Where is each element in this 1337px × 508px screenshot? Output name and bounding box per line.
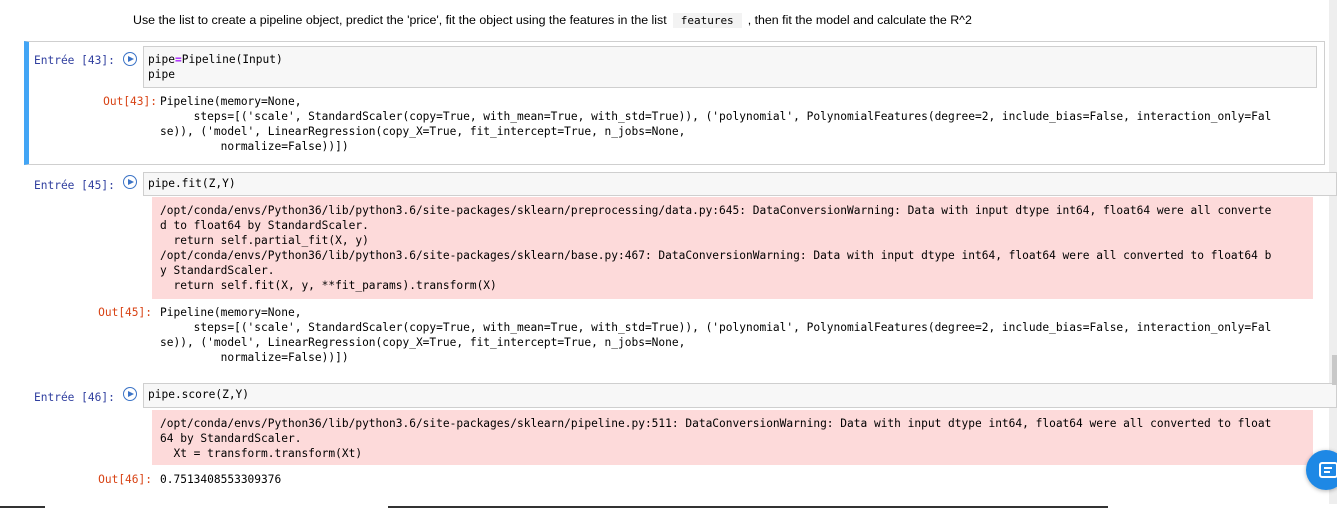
code-input-45[interactable]: pipe.fit(Z,Y) xyxy=(143,172,1337,196)
run-cell-icon[interactable] xyxy=(123,175,137,189)
chat-icon xyxy=(1319,462,1337,478)
out-prompt-46: Out[46]: xyxy=(98,473,152,486)
output-text-46: 0.7513408553309376 xyxy=(160,473,282,486)
run-cell-icon[interactable] xyxy=(123,387,137,401)
code-token: Pipeline(Input) xyxy=(181,53,283,66)
stderr-output-46: /opt/conda/envs/Python36/lib/python3.6/s… xyxy=(152,410,1313,465)
output-text-43: Pipeline(memory=None, steps=[('scale', S… xyxy=(160,95,1272,153)
run-cell-icon[interactable] xyxy=(123,52,137,66)
markdown-instruction: Use the list to create a pipeline object… xyxy=(133,11,972,29)
code-token: pipe xyxy=(148,53,175,66)
out-prompt-43: Out[43]: xyxy=(103,95,157,108)
code-input-46[interactable]: pipe.score(Z,Y) xyxy=(143,383,1337,408)
code-cell-46[interactable]: Entrée [46]: pipe.score(Z,Y) /opt/conda/… xyxy=(24,382,1337,492)
code-line: pipe.score(Z,Y) xyxy=(148,388,250,401)
code-operator: = xyxy=(174,53,182,66)
notebook-container: Use the list to create a pipeline object… xyxy=(0,0,1337,508)
code-input-43[interactable]: pipe=Pipeline(Input) pipe xyxy=(143,46,1317,88)
code-line: pipe xyxy=(148,68,175,81)
markdown-text-before: Use the list to create a pipeline object… xyxy=(133,13,667,27)
output-text-45: Pipeline(memory=None, steps=[('scale', S… xyxy=(160,306,1272,364)
code-cell-43[interactable]: Entrée [43]: pipe=Pipeline(Input) pipe O… xyxy=(24,41,1325,165)
out-prompt-45: Out[45]: xyxy=(98,306,152,319)
code-cell-45[interactable]: Entrée [45]: pipe.fit(Z,Y) /opt/conda/en… xyxy=(24,170,1337,375)
inline-code-features: features xyxy=(672,13,742,28)
bottom-edge xyxy=(0,504,1337,508)
stderr-output-45: /opt/conda/envs/Python36/lib/python3.6/s… xyxy=(152,197,1313,299)
markdown-text-after: , then fit the model and calculate the R… xyxy=(747,13,972,27)
scrollbar-thumb[interactable] xyxy=(1332,355,1337,385)
code-line: pipe.fit(Z,Y) xyxy=(148,177,236,190)
